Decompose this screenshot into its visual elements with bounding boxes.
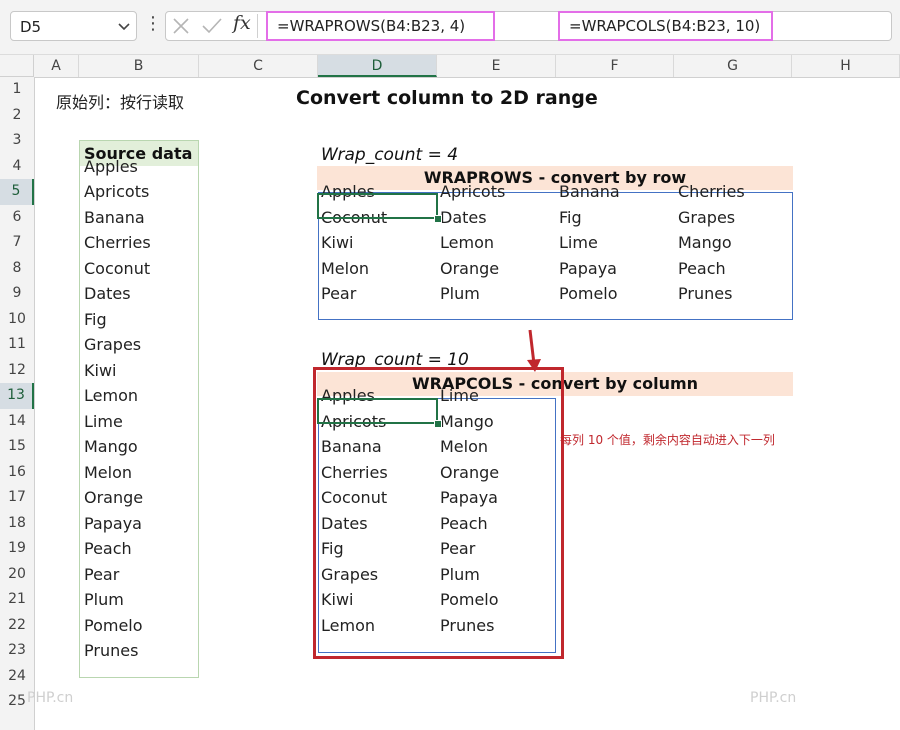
source-data-cell[interactable]: Lemon bbox=[84, 386, 138, 405]
wraprows-cell[interactable]: Prunes bbox=[678, 284, 732, 303]
source-data-cell[interactable]: Apricots bbox=[84, 182, 149, 201]
source-data-cell[interactable]: Grapes bbox=[84, 335, 141, 354]
column-header-e[interactable]: E bbox=[437, 55, 556, 77]
formula-wrapcols-highlight[interactable]: =WRAPCOLS(B4:B23, 10) bbox=[558, 11, 773, 41]
wrapcols-highlight-frame bbox=[313, 367, 564, 659]
select-all-corner[interactable] bbox=[0, 55, 34, 77]
row-header-14[interactable]: 14 bbox=[0, 409, 34, 435]
chevron-down-icon[interactable] bbox=[117, 19, 131, 33]
column-header-g[interactable]: G bbox=[674, 55, 792, 77]
wraprows-cell[interactable]: Pomelo bbox=[559, 284, 618, 303]
source-data-cell[interactable]: Melon bbox=[84, 463, 132, 482]
row-header-11[interactable]: 11 bbox=[0, 332, 34, 358]
sheet-title: Convert column to 2D range bbox=[296, 87, 598, 109]
row-header-24[interactable]: 24 bbox=[0, 664, 34, 690]
arrow-down-icon bbox=[527, 329, 541, 372]
row-header-4[interactable]: 4 bbox=[0, 154, 34, 180]
row-header-18[interactable]: 18 bbox=[0, 511, 34, 537]
source-data-cell[interactable]: Apples bbox=[84, 157, 138, 176]
column-header-a[interactable]: A bbox=[34, 55, 79, 77]
wraprows-cell[interactable]: Fig bbox=[559, 208, 582, 227]
fx-icon[interactable]: fx bbox=[233, 12, 251, 34]
wraprows-cell[interactable]: Kiwi bbox=[321, 233, 353, 252]
row-header-23[interactable]: 23 bbox=[0, 638, 34, 664]
source-data-cell[interactable]: Papaya bbox=[84, 514, 142, 533]
row-header-3[interactable]: 3 bbox=[0, 128, 34, 154]
source-data-cell[interactable]: Coconut bbox=[84, 259, 150, 278]
wraprows-cell[interactable]: Banana bbox=[559, 182, 620, 201]
wraprows-cell[interactable]: Pear bbox=[321, 284, 356, 303]
row-header-2[interactable]: 2 bbox=[0, 103, 34, 129]
formula-divider bbox=[257, 14, 258, 38]
watermark-left: PHP.cn bbox=[27, 690, 74, 706]
source-data-cell[interactable]: Prunes bbox=[84, 641, 138, 660]
row-header-5[interactable]: 5 bbox=[0, 179, 34, 205]
column-header-b[interactable]: B bbox=[79, 55, 199, 77]
source-data-cell[interactable]: Banana bbox=[84, 208, 145, 227]
row-header-8[interactable]: 8 bbox=[0, 256, 34, 282]
row-headers: 1 2 3 4 5 6 7 8 9 10 11 12 13 14 15 16 17 18 19 20 21 22 23 24 2… bbox=[0, 77, 35, 730]
formula-wraprows-highlight[interactable]: =WRAPROWS(B4:B23, 4) bbox=[266, 11, 495, 41]
check-icon[interactable] bbox=[201, 17, 223, 35]
row-header-9[interactable]: 9 bbox=[0, 281, 34, 307]
more-options-icon[interactable]: ⋮ bbox=[144, 14, 162, 34]
wraprows-cell[interactable]: Dates bbox=[440, 208, 487, 227]
sheet-note: 原始列：按行读取 bbox=[56, 93, 185, 112]
source-data-cell[interactable]: Kiwi bbox=[84, 361, 116, 380]
source-data-cell[interactable]: Plum bbox=[84, 590, 124, 609]
source-data-cell[interactable]: Mango bbox=[84, 437, 138, 456]
source-data-cell[interactable]: Dates bbox=[84, 284, 131, 303]
row-header-17[interactable]: 17 bbox=[0, 485, 34, 511]
name-box[interactable]: D5 bbox=[10, 11, 137, 41]
row-header-1[interactable]: 1 bbox=[0, 77, 34, 103]
wraprows-wrap-count-label[interactable]: Wrap_count = 4 bbox=[321, 145, 458, 165]
wraprows-cell[interactable]: Peach bbox=[678, 259, 726, 278]
wraprows-cell[interactable]: Mango bbox=[678, 233, 732, 252]
column-headers: ABCDEFGH bbox=[0, 55, 900, 78]
wraprows-cell[interactable]: Lime bbox=[559, 233, 598, 252]
wraprows-cell[interactable]: Apricots bbox=[440, 182, 505, 201]
row-header-12[interactable]: 12 bbox=[0, 358, 34, 384]
row-header-15[interactable]: 15 bbox=[0, 434, 34, 460]
source-data-cell[interactable]: Lime bbox=[84, 412, 123, 431]
row-header-7[interactable]: 7 bbox=[0, 230, 34, 256]
source-data-cell[interactable]: Pomelo bbox=[84, 616, 143, 635]
row-header-19[interactable]: 19 bbox=[0, 536, 34, 562]
name-box-value: D5 bbox=[20, 18, 42, 36]
row-header-13[interactable]: 13 bbox=[0, 383, 34, 409]
column-header-f[interactable]: F bbox=[556, 55, 674, 77]
watermark-right: PHP.cn bbox=[750, 690, 797, 706]
wrapcols-annotation: 每列 10 个值，剩余内容自动进入下一列 bbox=[560, 433, 775, 447]
row-header-6[interactable]: 6 bbox=[0, 205, 34, 231]
active-cell-d5[interactable] bbox=[317, 193, 438, 219]
source-data-cell[interactable]: Peach bbox=[84, 539, 132, 558]
wraprows-cell[interactable]: Papaya bbox=[559, 259, 617, 278]
wraprows-cell[interactable]: Plum bbox=[440, 284, 480, 303]
row-header-20[interactable]: 20 bbox=[0, 562, 34, 588]
column-header-c[interactable]: C bbox=[199, 55, 318, 77]
row-header-10[interactable]: 10 bbox=[0, 307, 34, 333]
column-header-h[interactable]: H bbox=[792, 55, 900, 77]
source-data-cell[interactable]: Orange bbox=[84, 488, 143, 507]
wraprows-cell[interactable]: Cherries bbox=[678, 182, 745, 201]
column-header-d[interactable]: D bbox=[318, 55, 437, 77]
wraprows-cell[interactable]: Grapes bbox=[678, 208, 735, 227]
row-header-16[interactable]: 16 bbox=[0, 460, 34, 486]
wraprows-cell[interactable]: Orange bbox=[440, 259, 499, 278]
row-header-21[interactable]: 21 bbox=[0, 587, 34, 613]
cancel-icon[interactable] bbox=[172, 17, 190, 35]
row-header-22[interactable]: 22 bbox=[0, 613, 34, 639]
fill-handle[interactable] bbox=[434, 215, 442, 223]
wraprows-cell[interactable]: Melon bbox=[321, 259, 369, 278]
wraprows-cell[interactable]: Lemon bbox=[440, 233, 494, 252]
source-data-cell[interactable]: Pear bbox=[84, 565, 119, 584]
source-data-cell[interactable]: Fig bbox=[84, 310, 107, 329]
source-data-cell[interactable]: Cherries bbox=[84, 233, 151, 252]
